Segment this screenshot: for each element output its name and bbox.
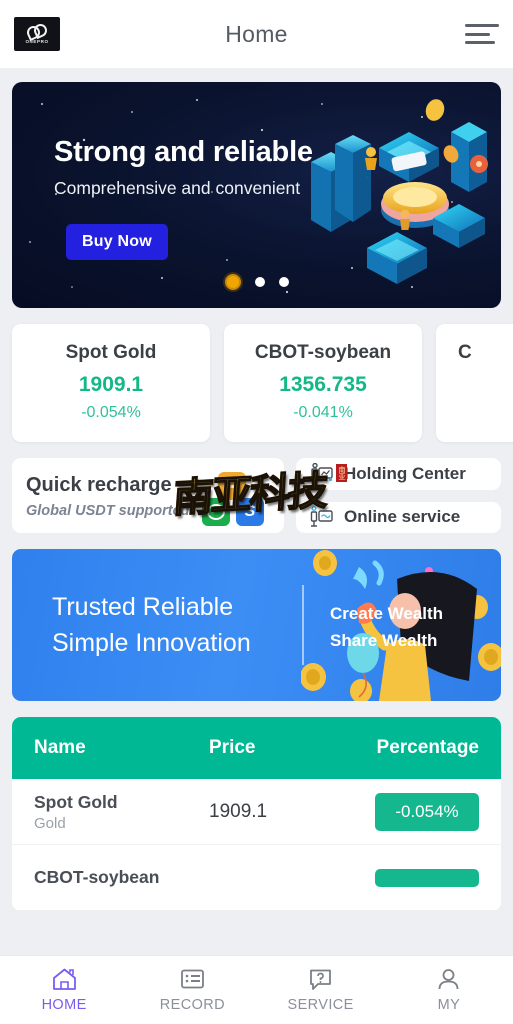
carousel-dot-2[interactable]	[254, 277, 265, 287]
row-name-cell: Spot Gold Gold	[34, 792, 209, 832]
home-icon	[52, 968, 76, 990]
hamburger-menu-icon[interactable]	[465, 21, 499, 47]
online-service-button[interactable]: Online service	[296, 501, 501, 534]
price-card-change: -0.041%	[293, 404, 353, 421]
row-price-cell: 1909.1	[209, 800, 268, 822]
promo-left-text: Trusted Reliable Simple Innovation	[52, 589, 251, 662]
isometric-blockchain-illustration	[311, 99, 488, 284]
status-badge	[375, 868, 479, 887]
banner-subheadline: Comprehensive and convenient	[54, 178, 301, 198]
wechat-pay-icon	[202, 498, 230, 526]
online-service-icon	[310, 506, 333, 528]
price-card-name: C	[458, 342, 472, 363]
buy-now-button[interactable]: Buy Now	[66, 224, 168, 260]
column-header-price: Price	[209, 737, 256, 759]
nav-item-my[interactable]: MY	[385, 956, 513, 1024]
nav-item-home[interactable]: HOME	[0, 956, 128, 1024]
row-percentage-cell	[359, 868, 479, 887]
promo-right-text: Create Wealth Share Wealth	[330, 601, 443, 654]
price-card-price: 1909.1	[78, 373, 144, 396]
promo-banner[interactable]: Trusted Reliable Simple Innovation Creat…	[12, 549, 501, 702]
status-badge: -0.054%	[375, 792, 479, 831]
online-service-label: Online service	[344, 507, 461, 527]
promo-divider	[302, 585, 304, 666]
question-bubble-icon	[310, 969, 332, 990]
market-table: Name Price Percentage Spot Gold Gold 190…	[12, 717, 501, 912]
promo-line-2: Simple Innovation	[52, 629, 251, 658]
promo-line-1: Trusted Reliable	[52, 593, 234, 622]
list-icon	[180, 969, 204, 989]
payment-icons-group: S	[196, 472, 270, 534]
table-row[interactable]: Spot Gold Gold 1909.1 -0.054%	[12, 779, 501, 846]
row-instrument-name: Spot Gold	[34, 791, 118, 812]
row-instrument-name: CBOT-soybean	[34, 867, 160, 888]
holding-center-button[interactable]: Holding Center	[296, 458, 501, 490]
nav-label-record: RECORD	[159, 997, 225, 1013]
quick-recharge-card[interactable]: Quick recharge Global USDT supportcd S	[12, 458, 284, 534]
price-card-carousel[interactable]: Spot Gold 1909.1 -0.054% CBOT-soybean 13…	[12, 324, 513, 442]
nav-label-home: HOME	[41, 997, 87, 1013]
promo-right-line-1: Create Wealth	[330, 604, 444, 624]
person-icon	[438, 969, 459, 990]
holding-chart-icon	[311, 462, 333, 484]
menu-line-3	[465, 41, 495, 44]
price-card-change: -0.054%	[81, 404, 141, 421]
price-card-name: CBOT-soybean	[254, 342, 392, 363]
price-card-name: Spot Gold	[65, 342, 157, 363]
column-header-name: Name	[34, 737, 86, 759]
nav-label-service: SERVICE	[287, 997, 354, 1013]
nav-label-my: MY	[437, 997, 461, 1013]
promo-right-line-2: Share Wealth	[330, 630, 438, 650]
banner-headline: Strong and reliable	[54, 136, 313, 168]
bottom-navigation: HOME RECORD SERVICE MY	[0, 955, 513, 1024]
price-card[interactable]: CBOT-soybean 1356.735 -0.041%	[224, 324, 422, 442]
row-percentage-cell: -0.054%	[359, 792, 479, 831]
skype-pay-icon: S	[236, 498, 264, 526]
row-name-cell: CBOT-soybean	[34, 867, 209, 888]
usdt-icon	[218, 472, 246, 500]
carousel-dot-1[interactable]	[224, 274, 241, 290]
column-header-percentage: Percentage	[376, 737, 479, 759]
quick-action-buttons: Holding Center Online service	[296, 458, 501, 534]
nav-item-service[interactable]: SERVICE	[257, 956, 385, 1024]
table-header-row: Name Price Percentage	[12, 717, 501, 780]
menu-line-1	[465, 24, 499, 27]
hero-banner[interactable]: Strong and reliable Comprehensive and co…	[12, 82, 501, 308]
price-card[interactable]: C	[436, 324, 513, 442]
holding-center-label: Holding Center	[344, 463, 466, 483]
table-row[interactable]: CBOT-soybean	[12, 845, 501, 912]
carousel-dots[interactable]	[12, 274, 501, 290]
app-header: ONEPRO Home	[0, 0, 513, 68]
price-card-price: 1356.735	[279, 373, 367, 396]
nav-item-record[interactable]: RECORD	[128, 956, 256, 1024]
carousel-dot-3[interactable]	[278, 277, 289, 287]
menu-line-2	[465, 32, 491, 36]
page-title: Home	[225, 20, 288, 47]
price-card[interactable]: Spot Gold 1909.1 -0.054%	[12, 324, 210, 442]
row-instrument-sub: Gold	[34, 814, 66, 832]
quick-actions-row: Quick recharge Global USDT supportcd S H…	[12, 458, 501, 534]
